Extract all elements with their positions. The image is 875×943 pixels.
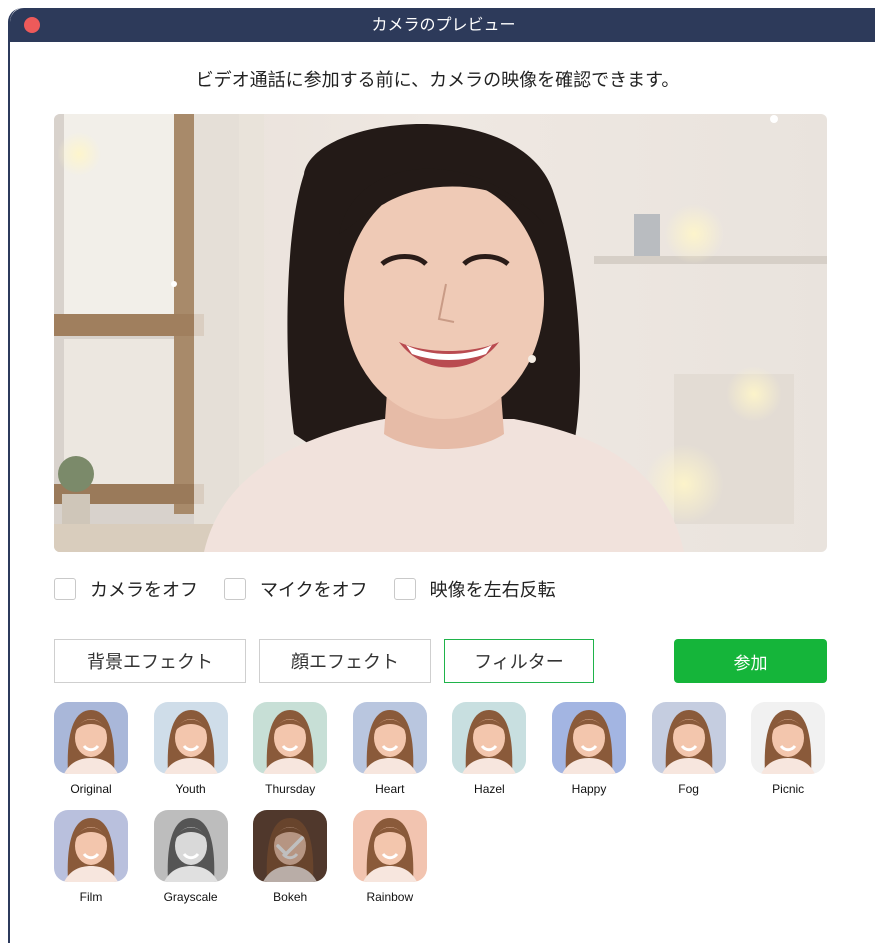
filter-preview-face: [163, 818, 218, 882]
filter-thumbnail[interactable]: [751, 702, 826, 774]
filter-fog[interactable]: Fog: [651, 702, 726, 796]
filter-preview-face: [462, 710, 517, 774]
filter-label: Bokeh: [273, 890, 308, 904]
effect-tabs: 背景エフェクト 顔エフェクト フィルター 参加: [54, 639, 827, 684]
filter-rainbow[interactable]: Rainbow: [352, 810, 427, 904]
filter-label: Happy: [571, 782, 607, 796]
filter-thumbnail[interactable]: [452, 702, 527, 774]
join-button[interactable]: 参加: [674, 639, 827, 683]
filter-preview-face: [64, 710, 118, 774]
filter-hazel[interactable]: Hazel: [452, 702, 527, 796]
filter-happy[interactable]: Happy: [552, 702, 626, 796]
filter-preview-face: [761, 710, 816, 774]
filter-label: Rainbow: [366, 890, 414, 904]
filter-bokeh[interactable]: Bokeh: [253, 810, 328, 904]
mic-off-label: マイクをオフ: [260, 580, 368, 601]
filter-label: Thursday: [265, 782, 316, 796]
filter-original[interactable]: Original: [54, 702, 128, 796]
filter-preview-face: [64, 818, 118, 882]
title-bar: カメラのプレビュー: [10, 8, 875, 42]
filter-thumbnail[interactable]: [153, 702, 228, 774]
filter-thumbnail[interactable]: [352, 810, 427, 882]
filter-label: Picnic: [772, 782, 805, 796]
filter-thumbnail[interactable]: [153, 810, 228, 882]
filter-preview-face: [661, 710, 716, 774]
filter-label: Fog: [678, 782, 699, 796]
filter-thumbnail[interactable]: [352, 702, 427, 774]
filter-preview-face: [263, 710, 318, 774]
filter-preview-face: [163, 710, 218, 774]
filter-label: Film: [79, 890, 103, 904]
camera-preview-image: [54, 114, 827, 552]
tab-filters[interactable]: フィルター: [444, 639, 594, 683]
filter-preview-face: [362, 818, 417, 882]
filter-preview-face: [362, 710, 417, 774]
filter-picnic[interactable]: Picnic: [751, 702, 826, 796]
camera-off-option[interactable]: カメラをオフ: [54, 576, 198, 602]
selected-check-icon: [253, 810, 327, 882]
filter-label: Heart: [375, 782, 405, 796]
filter-grayscale[interactable]: Grayscale: [153, 810, 228, 904]
tab-face-effects[interactable]: 顔エフェクト: [259, 639, 431, 683]
filter-preview-face: [562, 710, 616, 774]
window-title: カメラのプレビュー: [371, 15, 516, 34]
mic-off-option[interactable]: マイクをオフ: [224, 576, 368, 602]
mirror-video-label: 映像を左右反転: [429, 580, 556, 601]
filter-heart[interactable]: Heart: [352, 702, 427, 796]
filter-thumbnail[interactable]: [651, 702, 726, 774]
mirror-video-option[interactable]: 映像を左右反転: [393, 576, 556, 602]
filter-thumbnail[interactable]: [54, 702, 128, 774]
filter-thumbnail[interactable]: [253, 702, 328, 774]
filter-label: Hazel: [474, 782, 505, 796]
filter-thumbnail[interactable]: [253, 810, 328, 882]
camera-preview-video: [54, 114, 827, 552]
tab-background-effects[interactable]: 背景エフェクト: [54, 639, 246, 683]
filter-youth[interactable]: Youth: [153, 702, 228, 796]
filter-label: Original: [70, 782, 112, 796]
filter-thumbnail[interactable]: [54, 810, 128, 882]
filter-thursday[interactable]: Thursday: [253, 702, 328, 796]
camera-off-label: カメラをオフ: [90, 580, 198, 601]
preview-description: ビデオ通話に参加する前に、カメラの映像を確認できます。: [195, 70, 680, 91]
camera-off-checkbox[interactable]: [54, 578, 76, 600]
mirror-video-checkbox[interactable]: [393, 578, 416, 600]
filter-label: Grayscale: [163, 890, 218, 904]
mic-off-checkbox[interactable]: [224, 578, 246, 600]
filter-film[interactable]: Film: [54, 810, 128, 904]
preview-options: カメラをオフ マイクをオフ 映像を左右反転: [54, 576, 582, 602]
filter-thumbnail[interactable]: [552, 702, 626, 774]
filter-label: Youth: [175, 782, 206, 796]
